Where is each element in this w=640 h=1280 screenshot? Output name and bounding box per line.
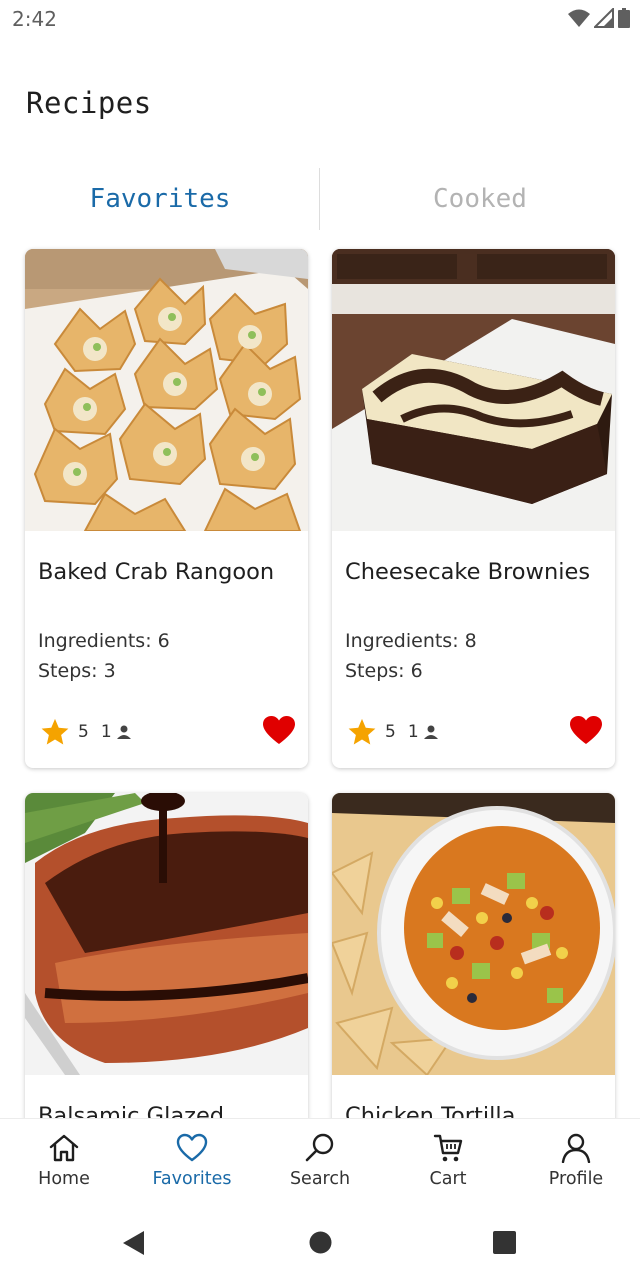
cheesecake-brownie-photo <box>332 249 615 531</box>
wifi-icon <box>568 9 590 27</box>
balsamic-salmon-photo <box>25 793 308 1075</box>
home-icon <box>49 1134 79 1162</box>
nav-label: Cart <box>429 1169 467 1189</box>
nav-search[interactable]: Search <box>256 1119 384 1205</box>
recipe-meta: Ingredients: 6 Steps: 3 <box>38 626 170 686</box>
battery-icon <box>618 8 630 28</box>
page-title: Recipes <box>26 86 152 120</box>
person-icon <box>116 725 131 739</box>
rating-value: 5 <box>78 722 89 742</box>
heart-outline-icon <box>176 1133 208 1162</box>
nav-label: Profile <box>548 1169 604 1189</box>
nav-label: Search <box>289 1169 351 1189</box>
card-footer: 5 1 <box>347 716 602 748</box>
recents-square-icon[interactable] <box>493 1231 516 1254</box>
person-icon <box>423 725 438 739</box>
recipe-card[interactable]: Baked Crab Rangoon Ingredients: 6 Steps:… <box>25 249 308 768</box>
favorite-heart-icon[interactable] <box>570 716 602 746</box>
ingredient-count: Ingredients: 6 <box>38 630 170 652</box>
person-outline-icon <box>561 1133 591 1163</box>
step-count: Steps: 6 <box>345 660 423 682</box>
bottom-nav: Home Favorites Search Cart Profile <box>0 1118 640 1204</box>
nav-home[interactable]: Home <box>0 1119 128 1205</box>
step-count: Steps: 3 <box>38 660 116 682</box>
recipe-title: Cheesecake Brownies <box>345 559 591 585</box>
home-circle-icon[interactable] <box>309 1231 332 1254</box>
favorite-heart-icon[interactable] <box>263 716 295 746</box>
cart-icon <box>433 1134 463 1162</box>
tab-cooked[interactable]: Cooked <box>320 164 640 234</box>
system-nav-bar <box>0 1204 640 1280</box>
cook-count: 1 <box>407 722 419 742</box>
crab-rangoon-photo <box>25 249 308 531</box>
star-icon <box>41 718 69 745</box>
back-icon[interactable] <box>122 1230 146 1256</box>
card-footer: 5 1 <box>40 716 295 748</box>
tab-bar: Favorites Cooked <box>0 164 640 234</box>
recipe-title: Baked Crab Rangoon <box>38 559 275 585</box>
recipe-card[interactable]: Cheesecake Brownies Ingredients: 8 Steps… <box>332 249 615 768</box>
nav-favorites[interactable]: Favorites <box>128 1119 256 1205</box>
rating-value: 5 <box>385 722 396 742</box>
cell-signal-icon <box>594 8 614 28</box>
status-time: 2:42 <box>12 7 57 31</box>
search-icon <box>305 1133 334 1162</box>
ingredient-count: Ingredients: 8 <box>345 630 477 652</box>
nav-cart[interactable]: Cart <box>384 1119 512 1205</box>
cook-count: 1 <box>100 722 112 742</box>
chicken-tortilla-soup-photo <box>332 793 615 1075</box>
nav-label: Home <box>38 1169 90 1189</box>
status-icons <box>568 8 630 28</box>
nav-profile[interactable]: Profile <box>512 1119 640 1205</box>
tab-divider <box>319 168 320 230</box>
status-bar: 2:42 <box>0 0 640 40</box>
nav-label: Favorites <box>152 1169 232 1189</box>
tab-favorites[interactable]: Favorites <box>0 164 320 234</box>
recipe-meta: Ingredients: 8 Steps: 6 <box>345 626 477 686</box>
star-icon <box>348 718 376 745</box>
